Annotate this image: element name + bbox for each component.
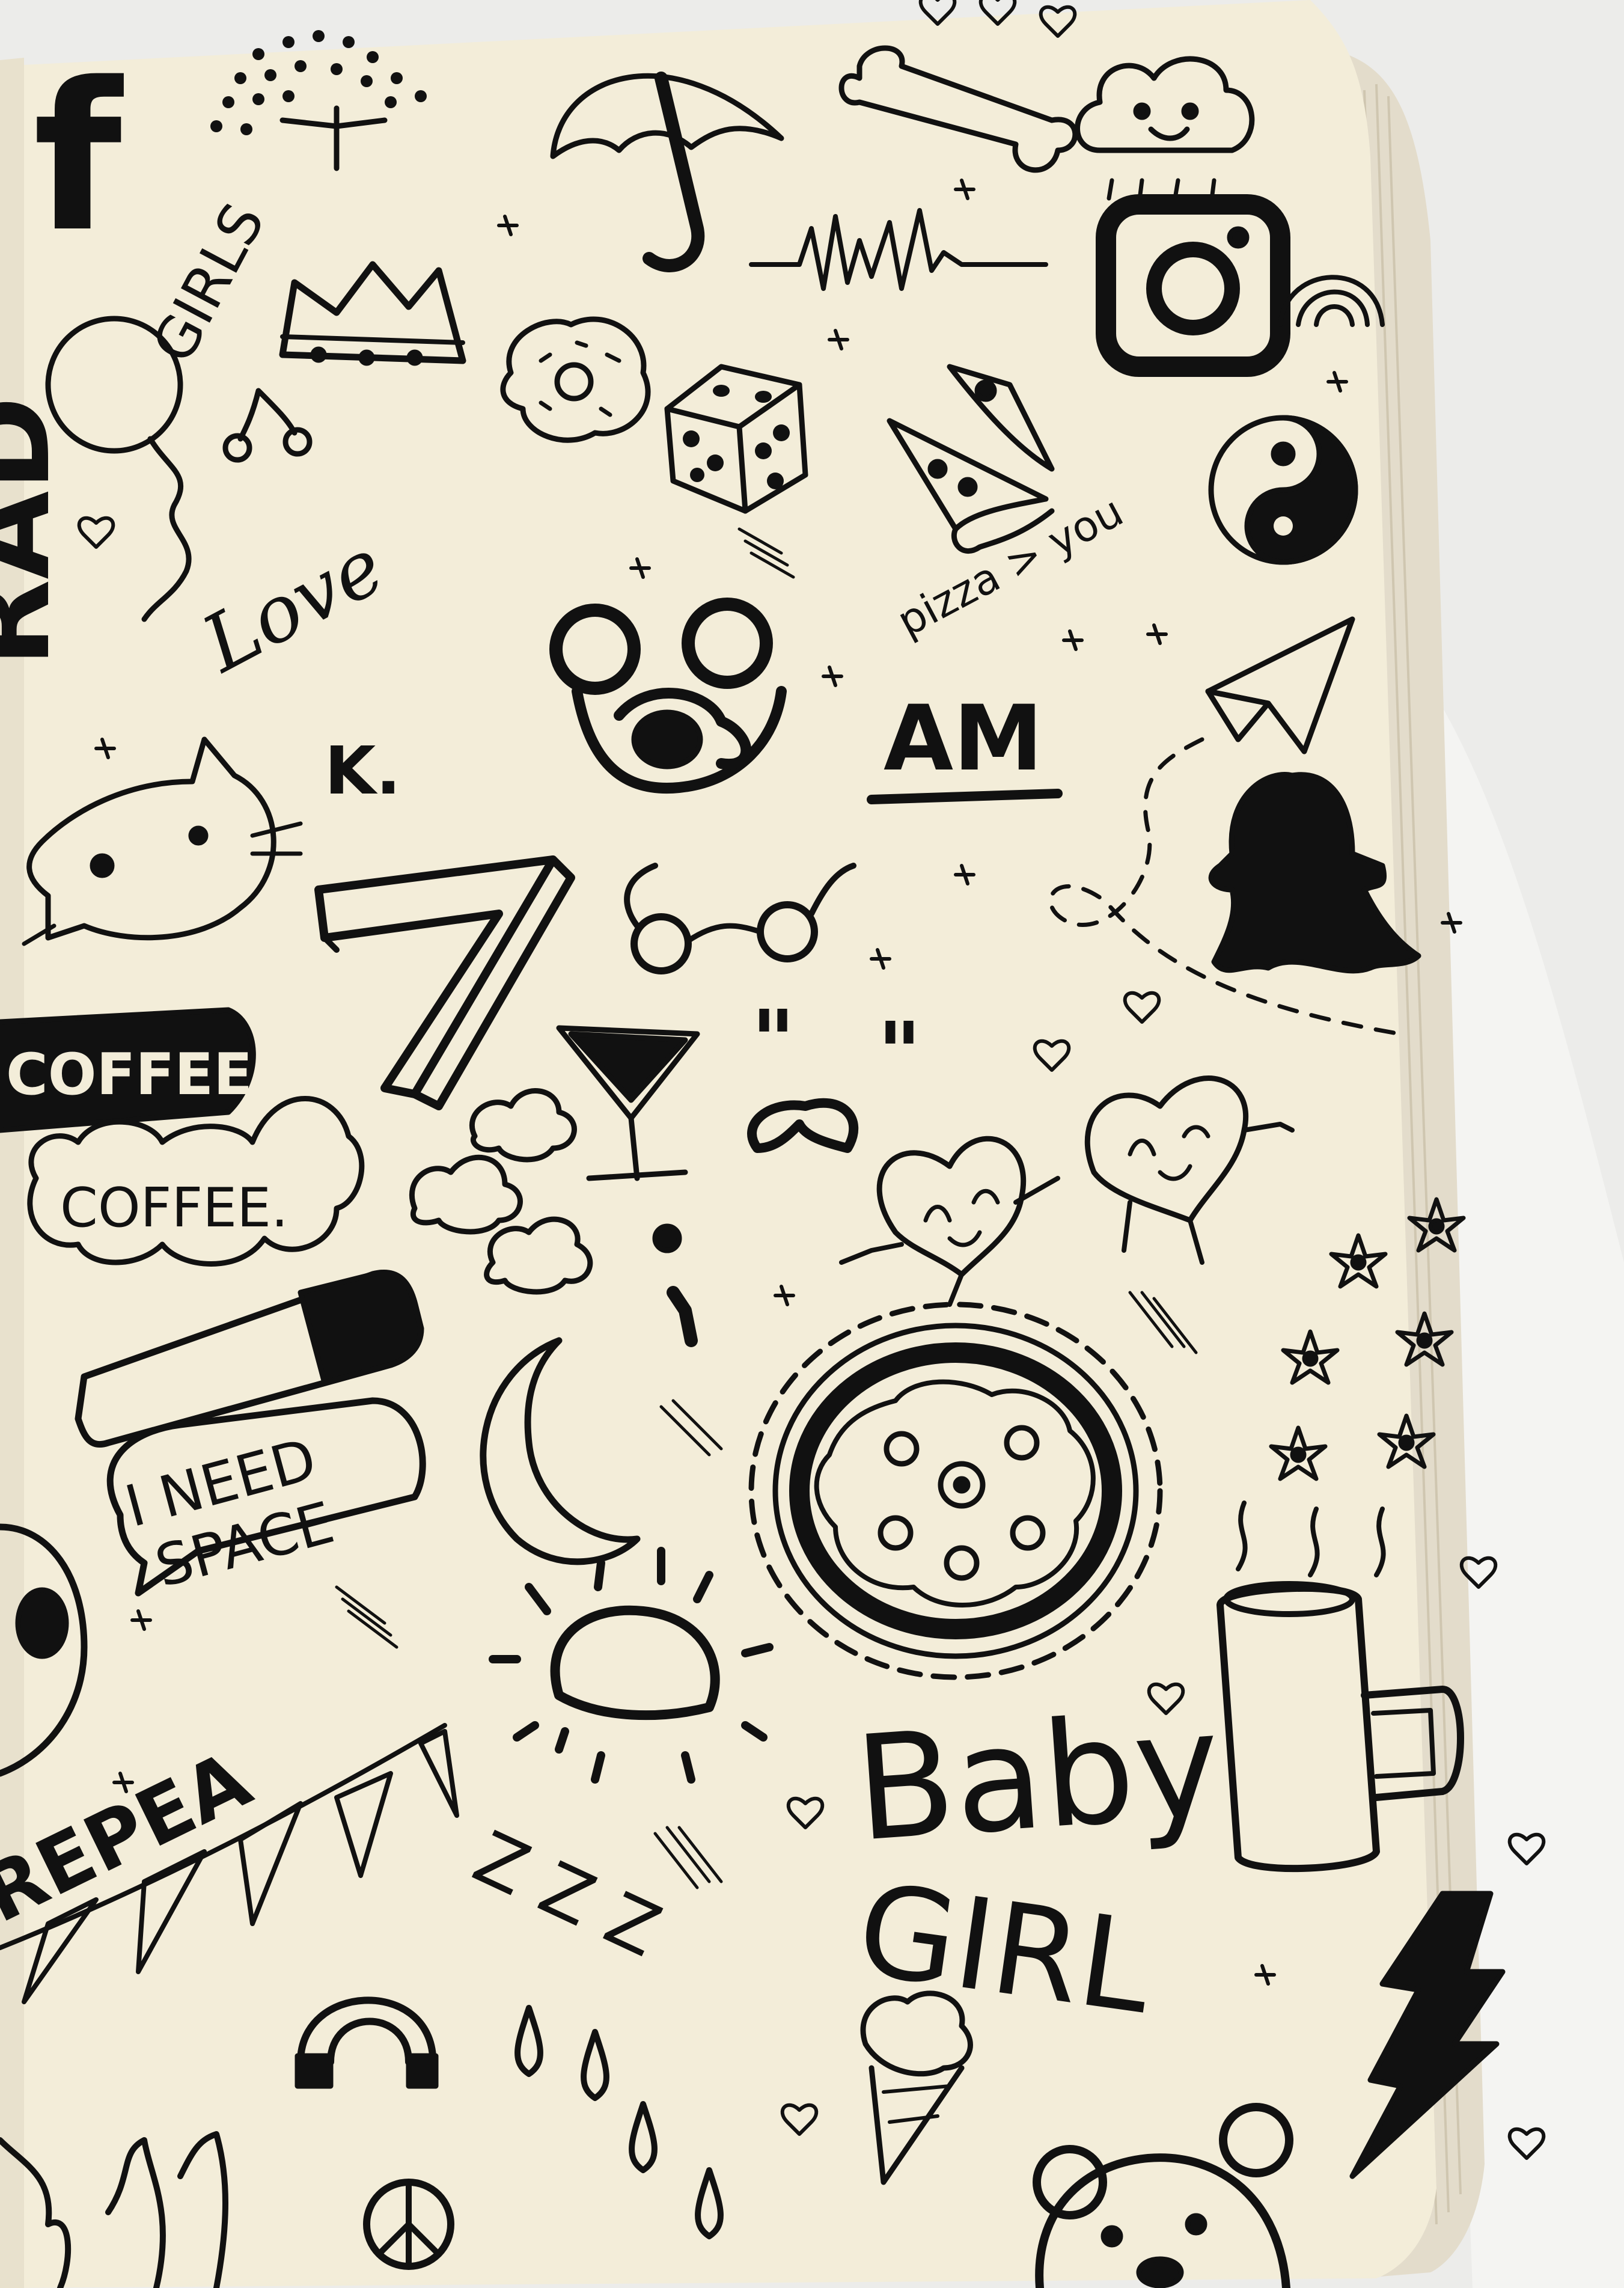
rad-text: RAD xyxy=(0,396,75,667)
am-text: AM xyxy=(884,687,1043,791)
coffee-question-text: COFFEE? xyxy=(6,1042,285,1108)
left-page xyxy=(0,58,24,2288)
facebook-logo-icon: f xyxy=(33,39,126,277)
quote-marks-right: " xyxy=(878,1005,921,1103)
photo-scene: f GIRLS pizza > you RAD Love AM K. COFFE… xyxy=(0,0,1624,2288)
sketchbook-page xyxy=(0,0,1436,2288)
k-initial-text: K. xyxy=(325,732,401,809)
coffee-period-text: COFFEE. xyxy=(60,1176,288,1240)
quote-marks-left: " xyxy=(751,993,795,1090)
am-underline xyxy=(867,789,1063,804)
